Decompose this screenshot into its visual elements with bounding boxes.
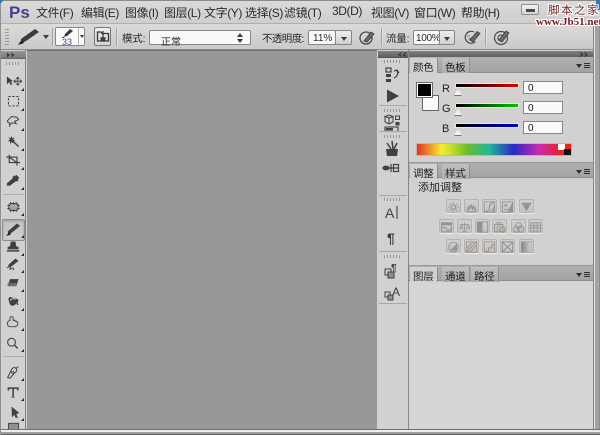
svg-text:¶: ¶ xyxy=(387,230,395,246)
svg-text:¶: ¶ xyxy=(391,263,397,274)
svg-text:A: A xyxy=(392,285,400,299)
svg-text:A: A xyxy=(385,205,395,221)
